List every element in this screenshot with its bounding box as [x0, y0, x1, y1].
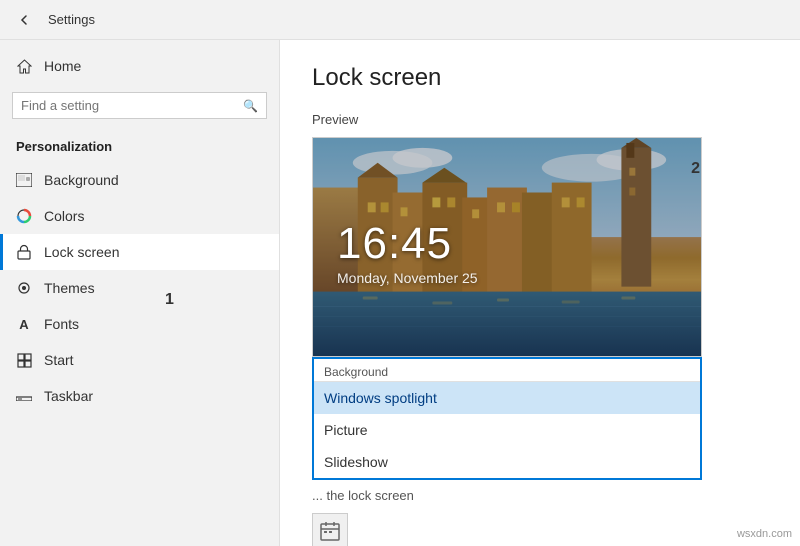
- dropdown-label: Background: [314, 359, 700, 382]
- preview-clock: 16:45 Monday, November 25: [337, 222, 478, 286]
- sidebar-item-home[interactable]: Home: [0, 48, 279, 84]
- search-input[interactable]: [21, 98, 235, 113]
- sidebar-item-colors[interactable]: Colors: [0, 198, 279, 234]
- back-button[interactable]: [12, 8, 36, 32]
- lock-screen-icon: [16, 244, 32, 260]
- search-box[interactable]: 🔍: [12, 92, 267, 119]
- clock-date: Monday, November 25: [337, 270, 478, 286]
- dropdown-option-spotlight[interactable]: Windows spotlight: [314, 382, 700, 414]
- page-title: Lock screen: [312, 64, 768, 92]
- background-icon: [16, 172, 32, 188]
- start-icon: [16, 352, 32, 368]
- calendar-icon-button[interactable]: [312, 513, 348, 546]
- clock-time: 16:45: [337, 222, 478, 266]
- title-bar-title: Settings: [48, 12, 95, 27]
- sidebar-item-lock-screen[interactable]: Lock screen: [0, 234, 279, 270]
- taskbar-icon: [16, 388, 32, 404]
- themes-icon: [16, 280, 32, 296]
- sidebar-item-themes[interactable]: Themes: [0, 270, 279, 306]
- preview-image: 16:45 Monday, November 25: [312, 137, 702, 357]
- sidebar-label-background: Background: [44, 172, 119, 188]
- dropdown-option-picture[interactable]: Picture: [314, 414, 700, 446]
- fonts-icon: A: [16, 316, 32, 332]
- sidebar-item-start[interactable]: Start: [0, 342, 279, 378]
- background-dropdown[interactable]: Background Windows spotlight Picture Sli…: [312, 357, 702, 480]
- sidebar-home-label: Home: [44, 58, 81, 74]
- home-icon: [16, 58, 32, 74]
- badge-2: 2: [691, 160, 700, 178]
- content-area: Lock screen Preview: [280, 40, 800, 546]
- sidebar-label-fonts: Fonts: [44, 316, 79, 332]
- sidebar-item-fonts[interactable]: A Fonts: [0, 306, 279, 342]
- sidebar-label-lock-screen: Lock screen: [44, 244, 119, 260]
- title-bar: Settings: [0, 0, 800, 40]
- sidebar-label-taskbar: Taskbar: [44, 388, 93, 404]
- preview-label: Preview: [312, 112, 768, 127]
- sidebar: Home 🔍 Personalization Background Colors…: [0, 40, 280, 546]
- main-layout: Home 🔍 Personalization Background Colors…: [0, 40, 800, 546]
- sidebar-label-start: Start: [44, 352, 74, 368]
- watermark: wsxdn.com: [737, 528, 792, 540]
- search-icon: 🔍: [243, 99, 258, 113]
- sidebar-label-themes: Themes: [44, 280, 95, 296]
- sidebar-item-taskbar[interactable]: Taskbar: [0, 378, 279, 414]
- sidebar-label-colors: Colors: [44, 208, 84, 224]
- dropdown-option-slideshow[interactable]: Slideshow: [314, 446, 700, 478]
- sidebar-item-background[interactable]: Background: [0, 162, 279, 198]
- colors-icon: [16, 208, 32, 224]
- sidebar-section-title: Personalization: [0, 127, 279, 162]
- lock-screen-suffix-text: ... the lock screen: [312, 488, 414, 503]
- badge-1: 1: [165, 291, 174, 309]
